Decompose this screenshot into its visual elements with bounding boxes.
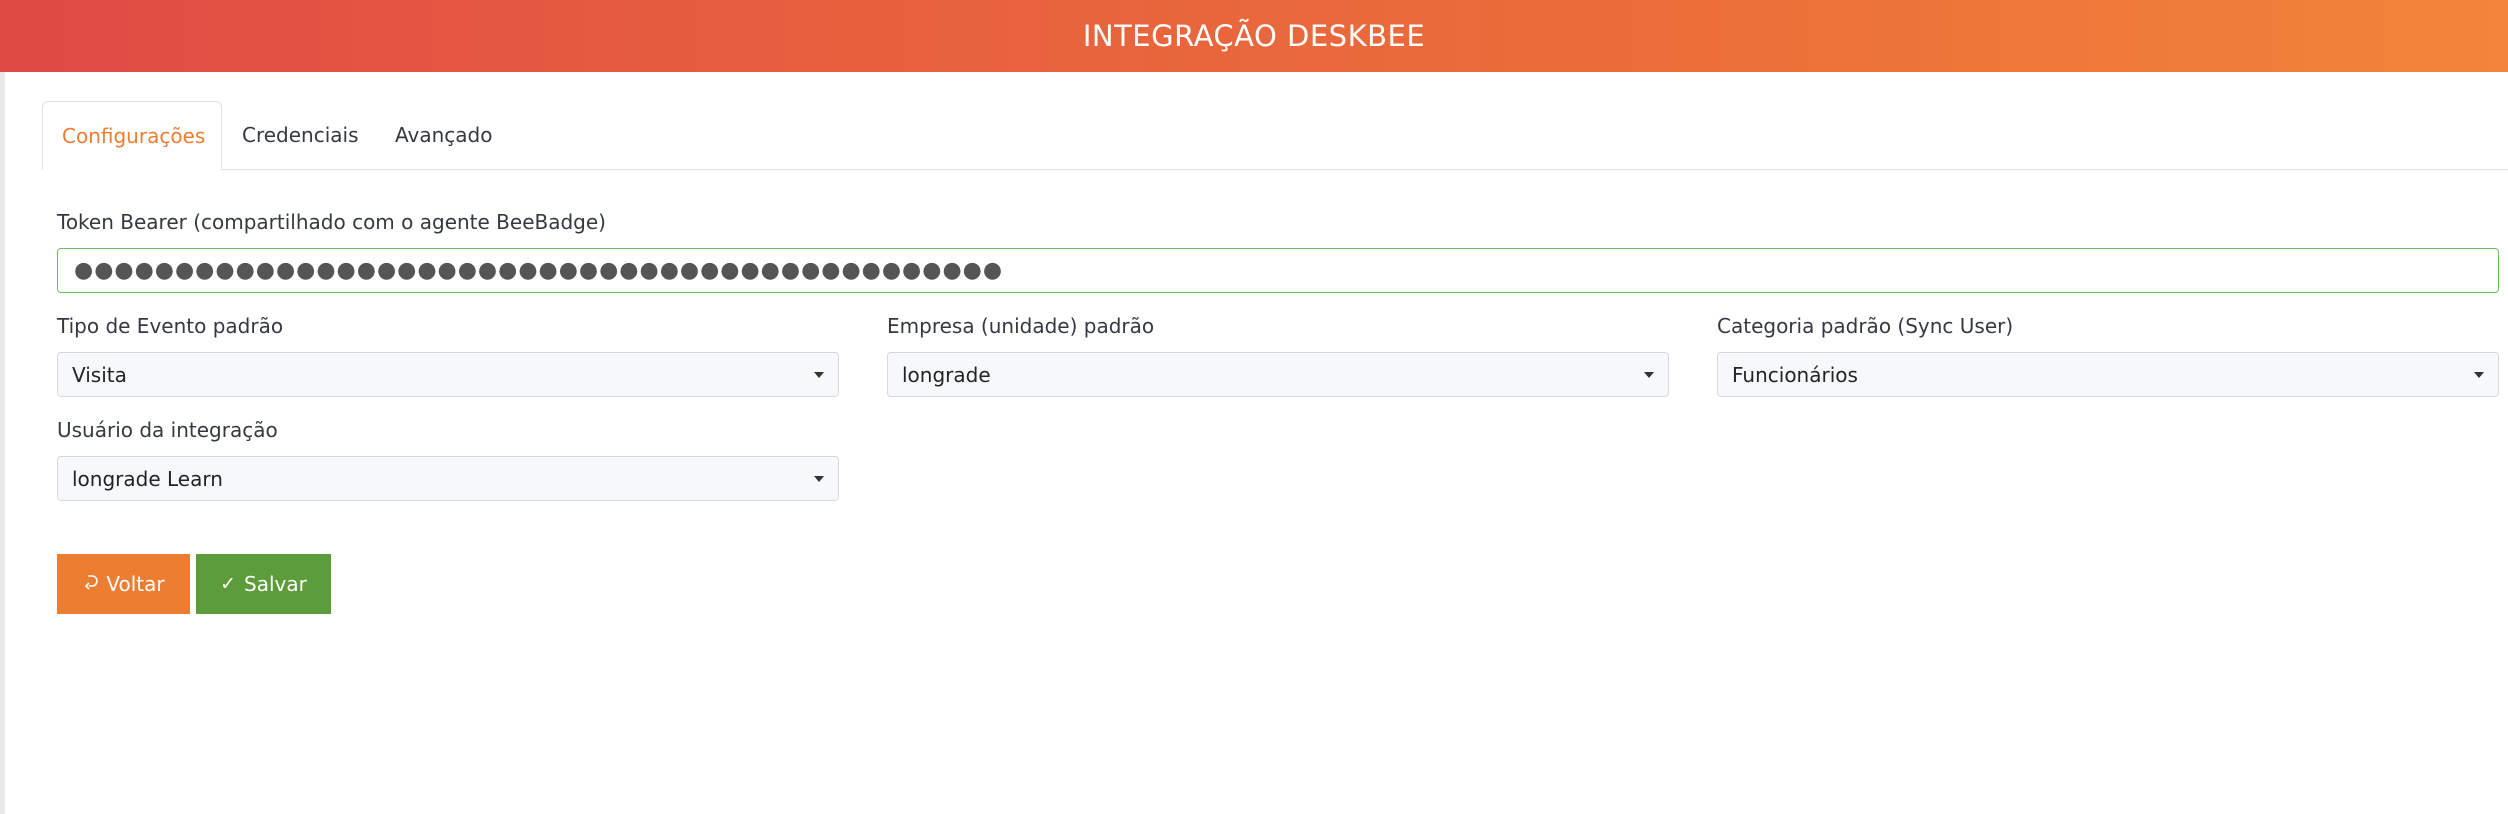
save-button[interactable]: ✓ Salvar: [196, 554, 331, 614]
caret-down-icon: [814, 475, 824, 482]
company-label: Empresa (unidade) padrão: [887, 314, 1155, 338]
integration-user-label: Usuário da integração: [57, 418, 278, 442]
event-type-value: Visita: [72, 362, 127, 387]
company-select[interactable]: longrade: [887, 352, 1669, 397]
caret-down-icon: [814, 371, 824, 378]
event-type-label: Tipo de Evento padrão: [57, 314, 284, 338]
integration-user-value: longrade Learn: [72, 466, 223, 491]
integration-user-select[interactable]: longrade Learn: [57, 456, 839, 501]
token-label: Token Bearer (compartilhado com o agente…: [57, 210, 606, 234]
tab-bar: Configurações Credenciais Avançado: [42, 101, 2508, 170]
check-icon: ✓: [220, 573, 237, 595]
company-value: longrade: [902, 362, 991, 387]
undo-icon: [82, 573, 99, 596]
back-label: Voltar: [106, 572, 165, 596]
left-border: [0, 72, 5, 814]
token-input[interactable]: ●●●●●●●●●●●●●●●●●●●●●●●●●●●●●●●●●●●●●●●●…: [57, 248, 2499, 293]
category-value: Funcionários: [1732, 362, 1858, 387]
page-header: INTEGRAÇÃO DESKBEE: [0, 0, 2508, 72]
caret-down-icon: [2474, 371, 2484, 378]
caret-down-icon: [1644, 371, 1654, 378]
token-value: ●●●●●●●●●●●●●●●●●●●●●●●●●●●●●●●●●●●●●●●●…: [74, 258, 1004, 283]
save-label: Salvar: [244, 572, 307, 596]
category-select[interactable]: Funcionários: [1717, 352, 2499, 397]
tab-avancado[interactable]: Avançado: [395, 101, 555, 169]
page-title: INTEGRAÇÃO DESKBEE: [1082, 19, 1426, 53]
tab-credenciais[interactable]: Credenciais: [242, 101, 382, 169]
page: INTEGRAÇÃO DESKBEE Configurações Credenc…: [0, 0, 2508, 814]
tab-configuracoes[interactable]: Configurações: [42, 101, 222, 170]
event-type-select[interactable]: Visita: [57, 352, 839, 397]
category-label: Categoria padrão (Sync User): [1717, 314, 2014, 338]
back-button[interactable]: Voltar: [57, 554, 190, 614]
